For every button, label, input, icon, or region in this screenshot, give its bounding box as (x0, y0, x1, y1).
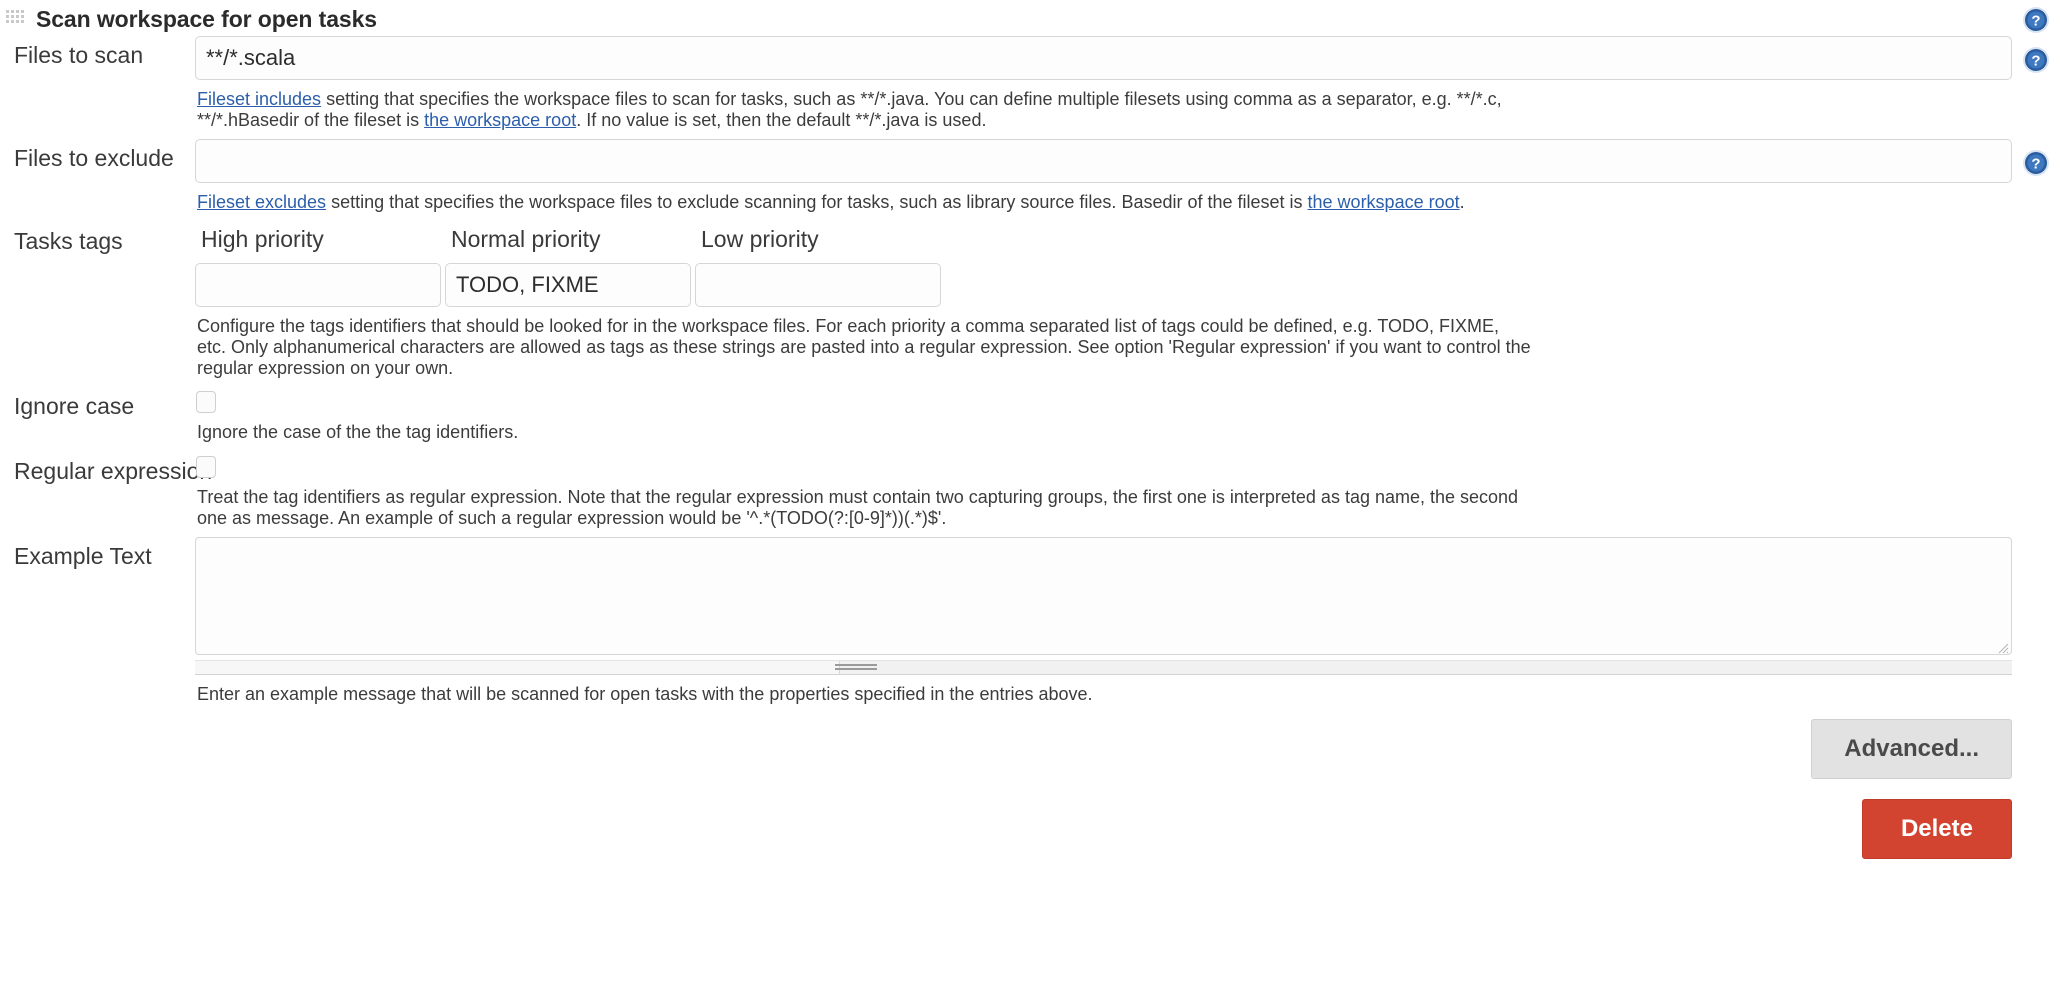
fileset-includes-link[interactable]: Fileset includes (197, 89, 321, 109)
low-priority-input[interactable] (695, 262, 941, 307)
horizontal-scrollbar-thumb[interactable] (195, 661, 840, 675)
help-circle-icon[interactable]: ? (2022, 6, 2050, 34)
open-tasks-scan-panel: Scan workspace for open tasks ? Files to… (0, 0, 2060, 860)
svg-text:?: ? (2031, 53, 2040, 70)
example-text-row: Example Text Enter an example message th… (0, 537, 2060, 705)
fileset-excludes-link[interactable]: Fileset excludes (197, 192, 326, 212)
files-to-exclude-description-text-2: . (1459, 192, 1465, 213)
workspace-root-link[interactable]: the workspace root (424, 110, 576, 130)
ignore-case-row: Ignore case Ignore the case of the the t… (0, 387, 2060, 443)
tasks-tags-low-priority-cell: Low priority (695, 222, 941, 307)
delete-button-row: Delete (0, 799, 2060, 860)
files-to-exclude-row: Files to exclude Fileset excludes settin… (0, 139, 2060, 213)
high-priority-input[interactable] (195, 262, 441, 307)
regular-expression-row: Regular expression Treat the tag identif… (0, 452, 2060, 529)
example-text-textarea[interactable] (195, 537, 2012, 656)
example-text-label: Example Text (14, 543, 152, 570)
tasks-tags-normal-priority-cell: Normal priority (445, 222, 691, 307)
files-to-exclude-description-text-1: setting that specifies the workspace fil… (326, 192, 1308, 213)
ignore-case-label: Ignore case (14, 393, 135, 420)
ignore-case-checkbox[interactable] (196, 391, 216, 414)
svg-text:?: ? (2031, 156, 2040, 173)
ignore-case-description: Ignore the case of the the tag identifie… (197, 422, 519, 443)
files-to-scan-description-text-2: . If no value is set, then the default *… (576, 110, 987, 131)
tasks-tags-description: Configure the tags identifiers that shou… (197, 315, 1531, 379)
regular-expression-label: Regular expression (14, 457, 213, 484)
files-to-scan-label: Files to scan (14, 42, 144, 68)
help-circle-icon[interactable]: ? (2022, 46, 2050, 74)
example-text-description: Enter an example message that will be sc… (197, 684, 1093, 705)
scrollbar-grip-icon[interactable] (835, 664, 877, 672)
delete-button[interactable]: Delete (1861, 799, 2012, 860)
advanced-button[interactable]: Advanced... (1811, 719, 2012, 780)
files-to-exclude-label: Files to exclude (14, 145, 174, 172)
files-to-scan-input[interactable] (195, 36, 2012, 80)
normal-priority-input[interactable] (445, 262, 691, 307)
svg-text:?: ? (2031, 13, 2040, 30)
horizontal-scrollbar[interactable] (195, 660, 2012, 676)
drag-grip-icon[interactable] (4, 8, 26, 30)
files-to-scan-description: Fileset includes setting that specifies … (195, 80, 1525, 131)
workspace-root-link[interactable]: the workspace root (1308, 192, 1460, 212)
low-priority-header: Low priority (701, 225, 819, 252)
high-priority-header: High priority (201, 225, 324, 252)
panel-title: Scan workspace for open tasks (36, 5, 377, 32)
advanced-button-row: Advanced... (0, 719, 2060, 780)
files-to-exclude-input[interactable] (195, 139, 2012, 184)
help-circle-icon[interactable]: ? (2022, 149, 2050, 177)
regular-expression-description: Treat the tag identifiers as regular exp… (197, 486, 1519, 528)
tasks-tags-high-priority-cell: High priority (195, 222, 441, 307)
panel-header-row: Scan workspace for open tasks ? (0, 0, 2060, 36)
tasks-tags-label: Tasks tags (14, 227, 123, 254)
files-to-exclude-description: Fileset excludes setting that specifies … (195, 183, 1525, 213)
tasks-tags-grid: High priority Normal priority Low priori… (195, 222, 2012, 307)
files-to-scan-row: Files to scan Fileset includes setting t… (0, 36, 2060, 131)
tasks-tags-row: Tasks tags High priority Normal priority… (0, 222, 2060, 380)
regular-expression-checkbox[interactable] (196, 455, 216, 478)
normal-priority-header: Normal priority (451, 225, 601, 252)
